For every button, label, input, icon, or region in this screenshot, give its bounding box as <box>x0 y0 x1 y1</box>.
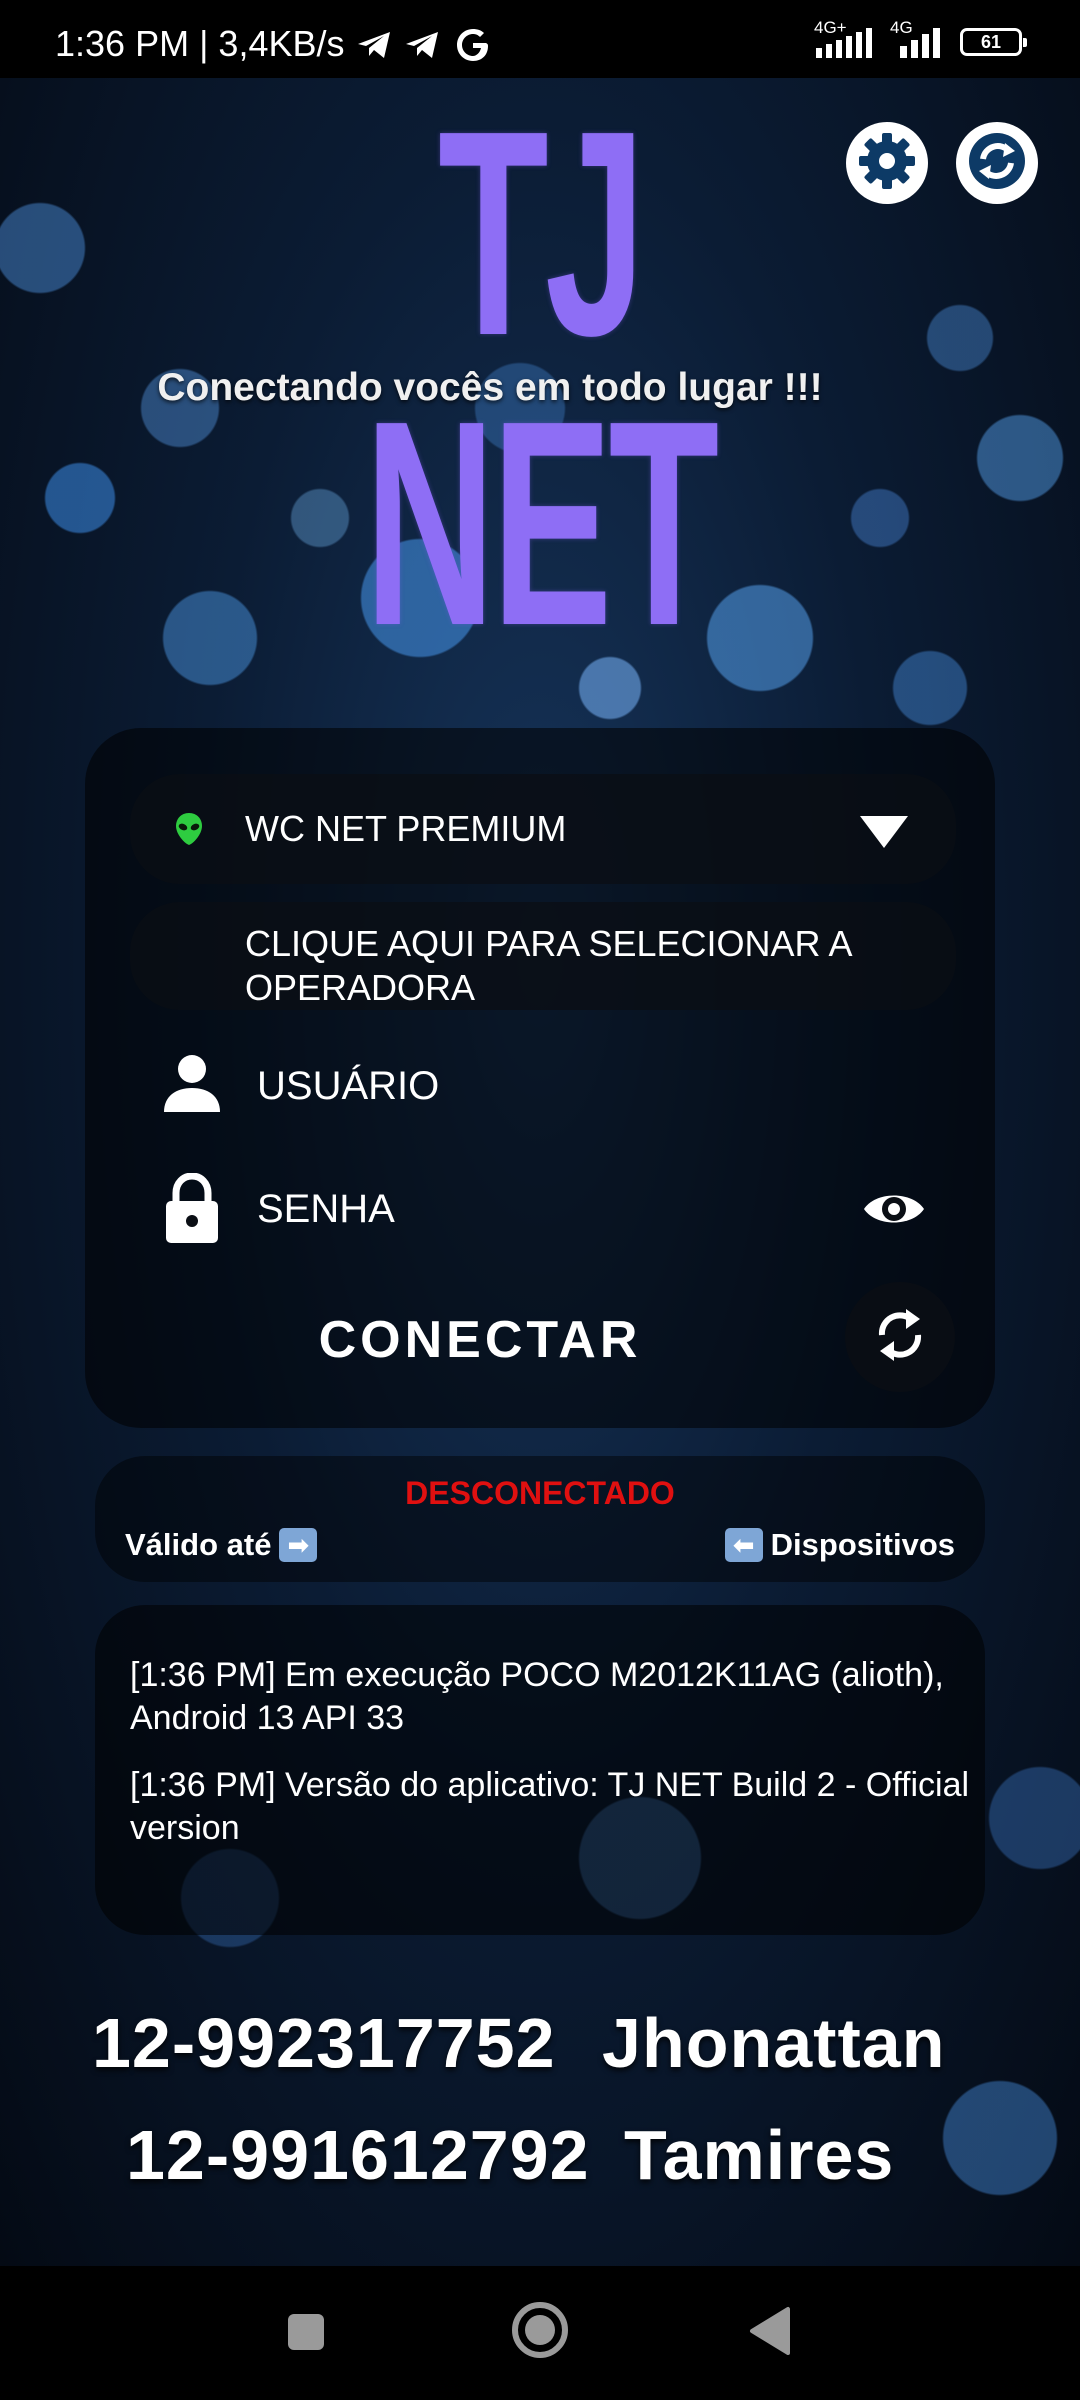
contact-name: Jhonattan <box>602 2004 946 2082</box>
contact-phone: 12-992317752 <box>92 2004 556 2082</box>
status-time: 1:36 PM | 3,4KB/s <box>55 23 345 64</box>
contact-name: Tamires <box>624 2116 895 2194</box>
battery-icon: 61 <box>960 28 1027 56</box>
status-icons: 4G+ 4G 61 <box>814 18 1027 62</box>
log-line: [1:36 PM] Em execução POCO M2012K11AG (a… <box>130 1656 944 1737</box>
refresh-button[interactable] <box>956 122 1038 204</box>
navigation-bar <box>0 2266 1080 2400</box>
contact-line: 12-992317752 Jhonattan <box>92 2003 945 2083</box>
home-circle-icon <box>510 2300 570 2365</box>
recents-button[interactable] <box>268 2306 344 2362</box>
back-button[interactable] <box>730 2298 810 2368</box>
log-line: [1:36 PM] Versão do aplicativo: TJ NET B… <box>130 1766 970 1847</box>
arrow-left-icon: ⬅ <box>724 1528 763 1562</box>
username-field[interactable]: USUÁRIO <box>130 1030 950 1140</box>
connection-status: DESCONECTADO <box>405 1475 675 1511</box>
back-triangle-icon <box>748 2305 792 2362</box>
devices: ⬅ Dispositivos <box>724 1527 955 1563</box>
settings-button[interactable] <box>846 122 928 204</box>
devices-label: Dispositivos <box>770 1527 955 1562</box>
google-icon <box>456 28 490 67</box>
telegram-icon <box>356 30 392 65</box>
operator-prompt: CLIQUE AQUI PARA SELECIONAR A OPERADORA <box>245 923 851 1008</box>
telegram-icon <box>404 30 440 65</box>
contact-phone: 12-991612792 <box>126 2116 590 2194</box>
sync-icon <box>872 1305 928 1370</box>
refresh-icon <box>965 129 1029 198</box>
eye-icon[interactable] <box>862 1187 926 1236</box>
signal-icon: 4G+ <box>814 18 880 62</box>
reconnect-button[interactable] <box>845 1282 955 1392</box>
connect-button[interactable]: CONECTAR <box>230 1300 730 1380</box>
password-placeholder: SENHA <box>257 1187 395 1231</box>
operator-selector[interactable]: CLIQUE AQUI PARA SELECIONAR A OPERADORA <box>130 902 956 1010</box>
server-name: WC NET PREMIUM <box>245 808 567 849</box>
password-field[interactable]: SENHA <box>130 1155 950 1265</box>
battery-level: 61 <box>980 31 1002 52</box>
arrow-right-icon: ➡ <box>279 1528 318 1562</box>
home-button[interactable] <box>500 2292 580 2372</box>
triangle-down-icon[interactable] <box>858 812 910 857</box>
status-bar: 1:36 PM | 3,4KB/s 4G+ 4G 61 <box>0 0 1080 78</box>
app-logo: TJ NET <box>364 70 720 686</box>
app-slogan: Conectando vocês em todo lugar !!! <box>157 366 823 409</box>
app-screen: 1:36 PM | 3,4KB/s 4G+ 4G 61 TJ NET Conec… <box>0 0 1080 2400</box>
contact-line: 12-991612792 Tamires <box>126 2115 894 2195</box>
server-selector[interactable]: WC NET PREMIUM <box>130 774 956 884</box>
lock-icon <box>164 1172 220 1250</box>
signal-icon: 4G <box>890 18 950 62</box>
valid-until: Válido até ➡ <box>125 1527 318 1563</box>
alien-icon <box>174 812 204 851</box>
square-icon <box>286 2312 326 2357</box>
username-placeholder: USUÁRIO <box>257 1064 440 1108</box>
person-icon <box>162 1052 222 1119</box>
gear-icon <box>855 129 919 198</box>
valid-until-label: Válido até <box>125 1527 272 1562</box>
